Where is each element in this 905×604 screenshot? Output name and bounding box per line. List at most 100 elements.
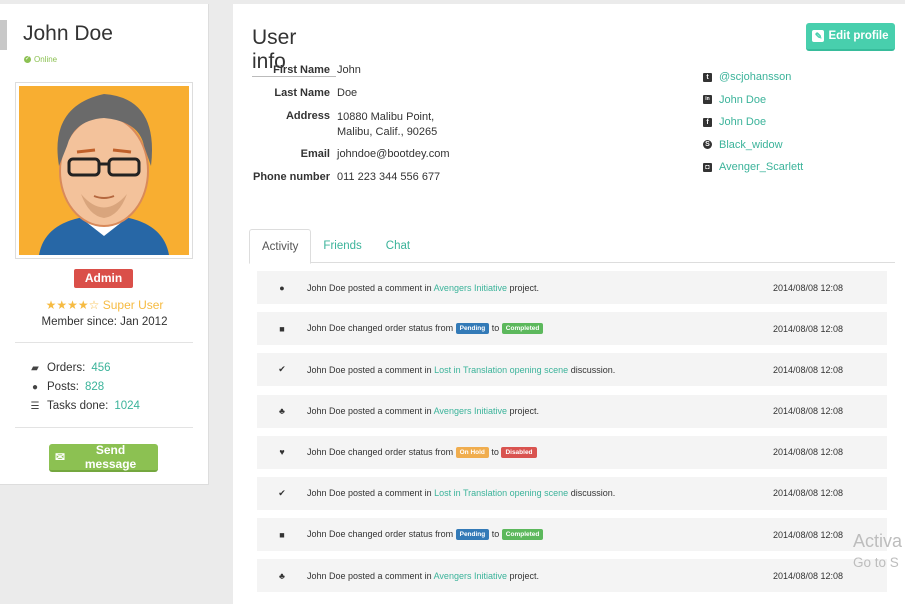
activity-date: 2014/08/08 12:08	[773, 488, 844, 499]
heart-icon: ♥	[279, 447, 285, 458]
activity-text: John Doe changed order status from	[307, 323, 454, 334]
field-value: johndoe@bootdey.com	[337, 148, 450, 160]
edit-profile-button[interactable]: ✎ Edit profile	[806, 23, 895, 51]
activity-text: discussion.	[570, 364, 616, 375]
social-skype: S Black_widow	[703, 134, 803, 157]
activity-text: John Doe posted a comment in	[307, 406, 432, 417]
tab-chat[interactable]: Chat	[374, 229, 422, 263]
accent-bar	[0, 20, 7, 50]
field-label: Email	[300, 148, 330, 160]
truck-icon: ■	[279, 323, 285, 334]
activity-text: John Doe posted a comment in	[307, 282, 432, 293]
social-link[interactable]: John Doe	[719, 89, 766, 112]
skype-icon: S	[703, 140, 712, 150]
activity-description: John Doe changed order status from Pendi…	[307, 323, 773, 335]
send-message-button[interactable]: ✉ Send message	[49, 443, 158, 472]
role-badge: Admin	[74, 269, 133, 288]
social-link[interactable]: Black_widow	[719, 134, 783, 157]
activity-text: John Doe posted a comment in	[307, 570, 432, 581]
stat-posts: ● Posts: 828	[29, 378, 140, 397]
stat-value: 828	[84, 381, 105, 393]
activity-description: John Doe changed order status from Pendi…	[307, 529, 773, 541]
users-icon: ♣	[279, 570, 285, 581]
status-badge-from: Pending	[455, 529, 490, 541]
social-twitter: t @scjohansson	[703, 66, 803, 89]
check-icon: ✔	[278, 487, 286, 498]
user-stats: ▰ Orders: 456 ● Posts: 828 ☰ Tasks done:…	[29, 359, 140, 416]
activity-text: project.	[509, 570, 540, 581]
send-message-label: Send message	[84, 443, 137, 471]
stat-value: 456	[91, 362, 111, 374]
comment-icon: ●	[279, 282, 285, 293]
field-label: Last Name	[274, 87, 330, 99]
stat-orders: ▰ Orders: 456	[29, 359, 140, 378]
activity-item: ✔ John Doe posted a comment in Lost in T…	[257, 353, 887, 387]
envelope-icon: ✉	[55, 450, 66, 464]
activity-text: to	[491, 529, 500, 540]
activity-description: John Doe posted a comment in Lost in Tra…	[307, 488, 773, 498]
field-email: Email johndoe@bootdey.com	[253, 148, 450, 171]
status-badge-to: Disabled	[501, 446, 537, 458]
user-info-panel: User info ✎ Edit profile First Name John…	[233, 4, 905, 604]
watermark-line-2: Go to S	[853, 555, 899, 570]
address-line-2: Malibu, Calif., 90265	[337, 126, 438, 138]
activity-feed: ● John Doe posted a comment in Avengers …	[257, 271, 887, 601]
truck-icon: ■	[279, 529, 285, 540]
address-line-1: 10880 Malibu Point,	[337, 111, 435, 123]
activity-item: ♣ John Doe posted a comment in Avengers …	[257, 559, 887, 593]
social-link[interactable]: @scjohansson	[719, 66, 791, 89]
activity-date: 2014/08/08 12:08	[773, 282, 844, 293]
comment-icon: ●	[31, 382, 39, 393]
social-instagram: ◘ Avenger_Scarlett	[703, 156, 803, 179]
social-facebook: f John Doe	[703, 111, 803, 134]
tab-friends[interactable]: Friends	[311, 229, 373, 263]
activity-text: to	[491, 446, 499, 457]
field-label: Address	[285, 110, 330, 122]
social-link[interactable]: Avenger_Scarlett	[719, 156, 803, 179]
activity-link[interactable]: Avengers Initiative	[434, 283, 507, 293]
stat-label: Tasks done:	[47, 400, 109, 412]
user-rating: ★★★★☆ Super User	[0, 298, 209, 312]
online-label: Online	[34, 55, 58, 64]
edit-profile-label: Edit profile	[828, 30, 889, 42]
social-link[interactable]: John Doe	[719, 111, 766, 134]
field-value: Doe	[337, 87, 358, 99]
divider	[15, 427, 193, 428]
activity-link[interactable]: Lost in Translation opening scene	[434, 488, 568, 498]
tasks-icon: ☰	[30, 401, 40, 412]
profile-tabs: Activity Friends Chat	[249, 229, 895, 264]
tab-activity[interactable]: Activity	[249, 229, 312, 264]
field-value: 10880 Malibu Point, Malibu, Calif., 9026…	[337, 110, 449, 148]
activity-date: 2014/08/08 12:08	[773, 364, 844, 375]
rating-label: Super User	[102, 298, 164, 312]
status-badge-to: Completed	[501, 529, 544, 541]
stat-label: Orders:	[47, 362, 86, 374]
social-links: t @scjohansson in John Doe f John Doe S …	[703, 66, 803, 179]
field-value: 011 223 344 556 677	[337, 171, 441, 183]
user-details: First Name John Last Name Doe Address 10…	[253, 64, 449, 194]
avatar-illustration	[19, 86, 189, 255]
divider	[15, 342, 193, 343]
activity-item: ♥ John Doe changed order status from On …	[257, 435, 887, 469]
stat-value: 1024	[114, 400, 140, 412]
activity-link[interactable]: Lost in Translation opening scene	[434, 365, 568, 375]
activity-link[interactable]: Avengers Initiative	[434, 571, 507, 581]
field-last-name: Last Name Doe	[253, 87, 449, 110]
activity-date: 2014/08/08 12:08	[773, 406, 844, 417]
activity-item: ■ John Doe changed order status from Pen…	[257, 518, 887, 552]
watermark-line-1: Activa	[853, 531, 903, 551]
field-label: Phone number	[253, 171, 331, 183]
activity-description: John Doe changed order status from On Ho…	[307, 447, 773, 458]
activity-item: ■ John Doe changed order status from Pen…	[257, 312, 887, 346]
field-value: John	[337, 64, 361, 76]
activity-description: John Doe posted a comment in Avengers In…	[307, 406, 773, 416]
activity-item: ♣ John Doe posted a comment in Avengers …	[257, 394, 887, 428]
field-phone: Phone number 011 223 344 556 677	[253, 171, 449, 194]
activity-link[interactable]: Avengers Initiative	[434, 406, 507, 416]
activity-description: John Doe posted a comment in Lost in Tra…	[307, 365, 773, 375]
pencil-icon: ✎	[812, 30, 825, 42]
activity-date: 2014/08/08 12:08	[773, 323, 844, 334]
online-status: ✓ Online	[24, 55, 57, 64]
member-since: Member since: Jan 2012	[41, 316, 168, 328]
status-badge-from: Pending	[455, 323, 490, 335]
